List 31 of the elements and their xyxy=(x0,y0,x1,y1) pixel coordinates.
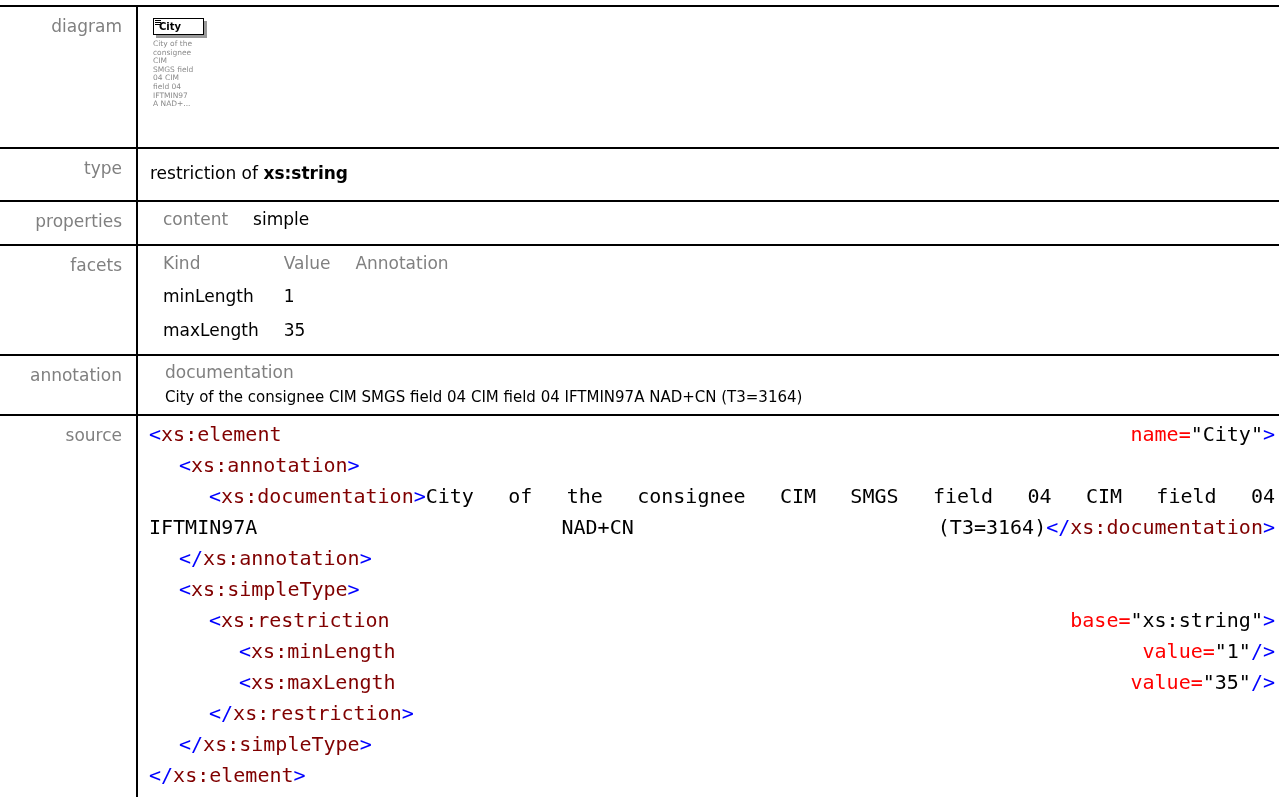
column-header: Annotation xyxy=(355,252,449,273)
table-cell: maxLength xyxy=(163,319,259,340)
table-cell: 1 xyxy=(283,286,295,307)
property-value: simple xyxy=(253,209,310,230)
type-text: restriction of xs:string xyxy=(150,162,349,183)
column-header: Kind xyxy=(163,252,201,273)
table-cell: 35 xyxy=(283,319,306,340)
property-name: content xyxy=(163,209,229,230)
code-line: <xs:minLength value="1"/> xyxy=(238,638,1275,666)
code-line: </xs:element> xyxy=(149,762,307,790)
table-cell: minLength xyxy=(163,286,254,307)
annotation-text: City of the consignee CIM SMGS field 04 CIM field 04 IFTMIN97A NAD+CN (T3=3164) xyxy=(164,386,804,408)
code-line: IFTMIN97A NAD+CN (T3=3164)</xs:documentation> xyxy=(149,514,1275,542)
row-label: source xyxy=(65,425,122,446)
code-line: </xs:restriction> xyxy=(208,700,415,728)
row-label: annotation xyxy=(30,365,122,386)
element-box: City xyxy=(153,18,205,35)
code-line: <xs:simpleType> xyxy=(178,576,361,604)
code-line: <xs:restriction base="xs:string"> xyxy=(208,607,1275,635)
row-label: diagram xyxy=(51,16,122,36)
code-line: <xs:documentation>City of the consignee CIM SMGS field 04 CIM field 04 xyxy=(208,483,1275,511)
code-line: </xs:simpleType> xyxy=(178,731,373,759)
code-line: <xs:maxLength value="35"/> xyxy=(238,669,1275,697)
row-label: properties xyxy=(35,211,122,232)
code-line: </xs:annotation> xyxy=(178,545,373,573)
code-line: <xs:annotation> xyxy=(178,452,361,480)
row-label: facets xyxy=(70,254,122,275)
row-label: type xyxy=(84,157,122,178)
code-line: <xs:element name="City"> xyxy=(149,421,1275,449)
column-header: Value xyxy=(283,252,331,273)
annotation-heading: documentation xyxy=(164,361,295,385)
